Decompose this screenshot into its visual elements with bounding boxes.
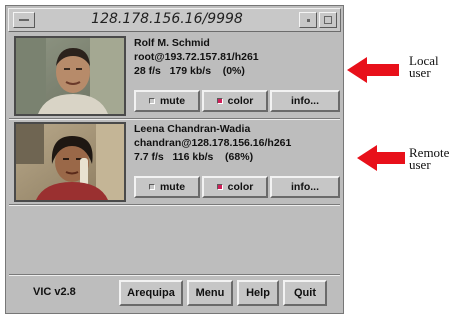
arrow-local-icon (347, 57, 399, 83)
color-indicator (216, 184, 223, 190)
mute-label: mute (159, 181, 186, 193)
info-label: info... (291, 181, 319, 193)
panel-divider (9, 204, 340, 206)
participant-remote: Leena Chandran-Wadia chandran@128.178.15… (14, 122, 340, 202)
info-label: info... (291, 95, 319, 107)
bottom-bar: VIC v2.8 Arequipa Menu Help Quit (9, 276, 340, 310)
mute-indicator (148, 184, 155, 190)
participant-info-remote: Leena Chandran-Wadia chandran@128.178.15… (134, 122, 339, 164)
participant-info-local: Rolf M. Schmid root@193.72.157.81/h261 2… (134, 36, 339, 78)
window-title: 128.178.156.16/9998 (91, 11, 243, 27)
annotation-remote-line2: user (409, 157, 431, 172)
participant-name: Leena Chandran-Wadia (134, 123, 251, 135)
video-thumbnail-local[interactable] (14, 36, 126, 116)
mute-indicator (148, 98, 155, 104)
annotation-local: Local user (409, 54, 439, 80)
annotation-local-line2: user (409, 65, 431, 80)
info-button[interactable]: info... (270, 176, 340, 198)
color-button[interactable]: color (202, 90, 268, 112)
color-button[interactable]: color (202, 176, 268, 198)
mute-label: mute (159, 95, 186, 107)
maximize-button[interactable] (319, 12, 337, 28)
color-label: color (227, 95, 254, 107)
arequipa-button[interactable]: Arequipa (119, 280, 183, 306)
mute-button[interactable]: mute (134, 90, 200, 112)
info-button[interactable]: info... (270, 90, 340, 112)
quit-button[interactable]: Quit (283, 280, 327, 306)
arrow-remote-icon (357, 145, 405, 171)
minimize-button[interactable] (299, 12, 317, 28)
menu-button[interactable]: Menu (187, 280, 233, 306)
mute-button[interactable]: mute (134, 176, 200, 198)
participant-address: root@193.72.157.81/h261 (134, 51, 259, 63)
participant-stats: 28 f/s 179 kb/s (0%) (134, 65, 245, 77)
panel-divider (9, 118, 340, 120)
participant-name: Rolf M. Schmid (134, 37, 210, 49)
color-label: color (227, 181, 254, 193)
window-menu-button[interactable] (13, 12, 35, 28)
participant-controls: mute color info... (134, 90, 344, 112)
version-label: VIC v2.8 (33, 286, 76, 298)
video-frame-remote (16, 124, 124, 200)
participant-controls: mute color info... (134, 176, 344, 198)
vic-window: 128.178.156.16/9998 Rolf M. Schmid root@… (5, 5, 344, 314)
participant-address: chandran@128.178.156.16/h261 (134, 137, 292, 149)
participant-stats: 7.7 f/s 116 kb/s (68%) (134, 151, 254, 163)
color-indicator (216, 98, 223, 104)
participant-local: Rolf M. Schmid root@193.72.157.81/h261 2… (14, 36, 340, 116)
help-button[interactable]: Help (237, 280, 279, 306)
title-bar[interactable]: 128.178.156.16/9998 (8, 8, 341, 32)
video-frame-local (16, 38, 124, 114)
video-thumbnail-remote[interactable] (14, 122, 126, 202)
annotation-remote: Remote user (409, 146, 449, 172)
